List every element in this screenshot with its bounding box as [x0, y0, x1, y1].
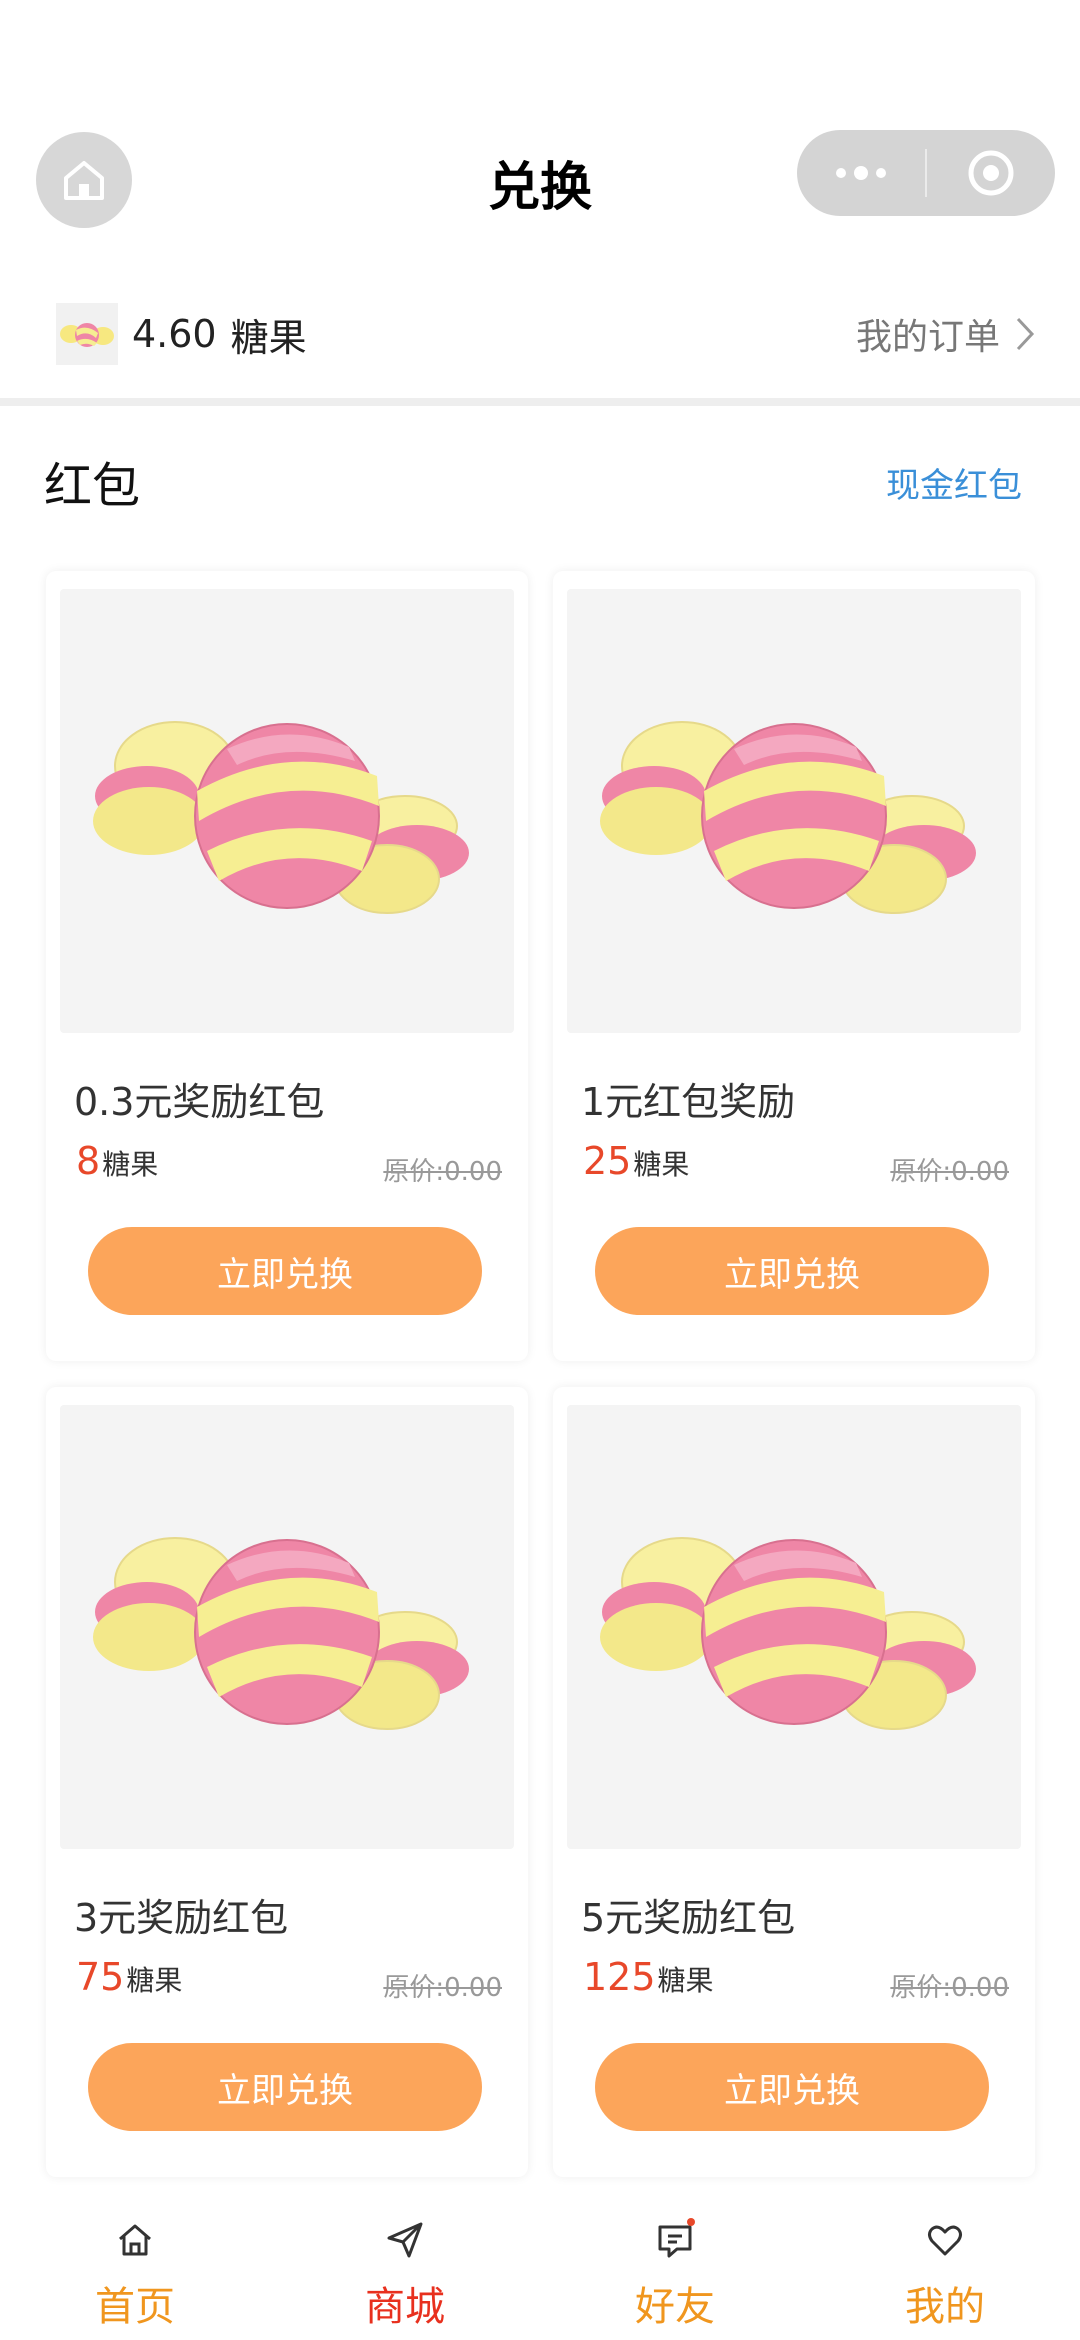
candy-image	[600, 1537, 976, 1730]
price-value: 25	[583, 1139, 632, 1183]
price-unit: 糖果	[633, 1148, 690, 1181]
cash-red-packet-link[interactable]: 现金红包	[886, 458, 1022, 507]
candy-image	[93, 721, 469, 914]
product-price: 125 糖果	[583, 1955, 714, 1999]
top-nav-bar: 兑换	[0, 0, 1080, 270]
candy-image	[93, 1537, 469, 1730]
price-value: 8	[76, 1139, 101, 1183]
product-card[interactable]: 1元红包奖励 25 糖果 原价:0.00 立即兑换	[553, 571, 1035, 1361]
chevron-right-icon	[1016, 317, 1035, 351]
home-outline-icon	[113, 2218, 157, 2262]
more-dots-icon	[836, 166, 886, 180]
candy-image	[600, 721, 976, 914]
section-divider	[0, 398, 1080, 406]
price-value: 125	[583, 1955, 656, 1999]
my-orders-link[interactable]: 我的订单	[856, 308, 1036, 360]
product-card[interactable]: 0.3元奖励红包 8 糖果 原价:0.00 立即兑换	[46, 571, 528, 1361]
candy-balance-value: 4.60	[132, 312, 217, 356]
product-name: 0.3元奖励红包	[74, 1080, 325, 1124]
candy-balance-unit: 糖果	[230, 315, 307, 360]
product-image	[60, 1405, 514, 1849]
original-price: 原价:0.00	[890, 1157, 1009, 1187]
tab-mall-label: 商城	[365, 2284, 445, 2330]
my-orders-label: 我的订单	[855, 317, 1000, 358]
product-name: 5元奖励红包	[581, 1896, 796, 1940]
redeem-button[interactable]: 立即兑换	[595, 2043, 989, 2131]
tab-home-label: 首页	[95, 2284, 175, 2330]
send-icon	[383, 2218, 427, 2262]
more-button[interactable]	[797, 130, 925, 216]
product-image	[60, 589, 514, 1033]
price-unit: 糖果	[102, 1148, 159, 1181]
target-close-icon	[968, 150, 1014, 196]
candy-icon	[56, 303, 118, 365]
product-name: 3元奖励红包	[74, 1896, 289, 1940]
section-title: 红包	[44, 458, 141, 514]
price-unit: 糖果	[657, 1964, 714, 1997]
miniprogram-capsule	[797, 130, 1055, 216]
close-button[interactable]	[927, 130, 1055, 216]
price-value: 75	[76, 1955, 125, 1999]
product-image	[567, 589, 1021, 1033]
redeem-button[interactable]: 立即兑换	[88, 2043, 482, 2131]
product-image	[567, 1405, 1021, 1849]
price-unit: 糖果	[126, 1964, 183, 1997]
product-name: 1元红包奖励	[581, 1080, 796, 1124]
original-price: 原价:0.00	[383, 1157, 502, 1187]
notification-dot	[687, 2218, 695, 2226]
tab-mine-label: 我的	[905, 2284, 985, 2330]
redeem-button[interactable]: 立即兑换	[595, 1227, 989, 1315]
tab-mine[interactable]: 我的	[810, 2190, 1080, 2340]
product-card[interactable]: 3元奖励红包 75 糖果 原价:0.00 立即兑换	[46, 1387, 528, 2177]
tab-mall[interactable]: 商城	[270, 2190, 540, 2340]
tab-friends-label: 好友	[635, 2284, 715, 2330]
original-price: 原价:0.00	[890, 1973, 1009, 2003]
redeem-button[interactable]: 立即兑换	[88, 1227, 482, 1315]
tab-home[interactable]: 首页	[0, 2190, 270, 2340]
candy-balance-row: 4.60 糖果 我的订单	[0, 270, 1080, 398]
bottom-tab-bar: 首页 商城 好友 我的	[0, 2190, 1080, 2340]
heart-icon	[923, 2218, 967, 2262]
product-price: 8 糖果	[76, 1139, 158, 1183]
product-price: 75 糖果	[76, 1955, 182, 1999]
chat-icon	[653, 2218, 697, 2262]
product-price: 25 糖果	[583, 1139, 689, 1183]
original-price: 原价:0.00	[383, 1973, 502, 2003]
product-card[interactable]: 5元奖励红包 125 糖果 原价:0.00 立即兑换	[553, 1387, 1035, 2177]
tab-friends[interactable]: 好友	[540, 2190, 810, 2340]
